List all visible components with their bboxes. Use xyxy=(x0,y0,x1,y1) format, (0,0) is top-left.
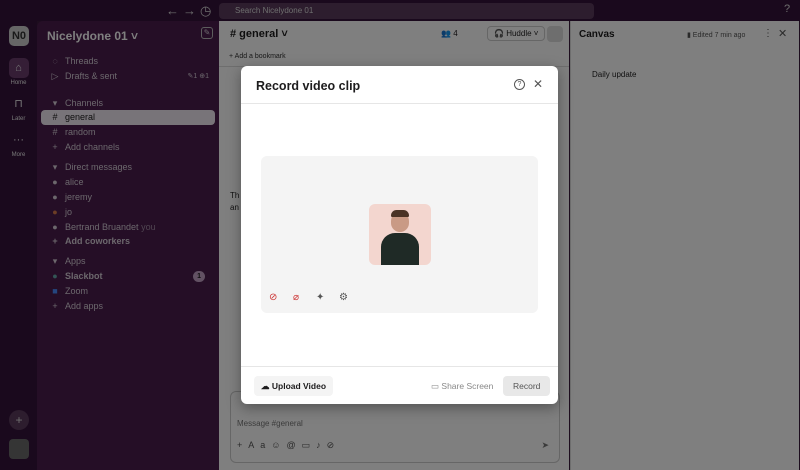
modal-title: Record video clip xyxy=(256,79,361,93)
close-icon[interactable]: ✕ xyxy=(533,77,543,91)
help-icon[interactable]: ? xyxy=(514,79,525,90)
record-button[interactable]: Record xyxy=(503,376,551,396)
camera-preview: ⊘ ⌀ ✦ ⚙ xyxy=(261,156,538,313)
mic-off-icon[interactable]: ⌀ xyxy=(293,292,299,303)
camera-feed-avatar xyxy=(369,204,431,265)
share-screen-button[interactable]: ▭ Share Screen xyxy=(424,376,500,396)
effects-icon[interactable]: ✦ xyxy=(316,292,324,303)
upload-video-button[interactable]: ☁ Upload Video xyxy=(254,376,334,396)
settings-icon[interactable]: ⚙ xyxy=(339,292,348,303)
camera-off-icon[interactable]: ⊘ xyxy=(269,292,277,303)
record-video-modal: Record video clip ? ✕ ⊘ ⌀ ✦ ⚙ ☁ Upload V… xyxy=(241,66,558,404)
monitor-icon: ▭ xyxy=(431,381,440,391)
cloud-upload-icon: ☁ xyxy=(261,381,270,391)
